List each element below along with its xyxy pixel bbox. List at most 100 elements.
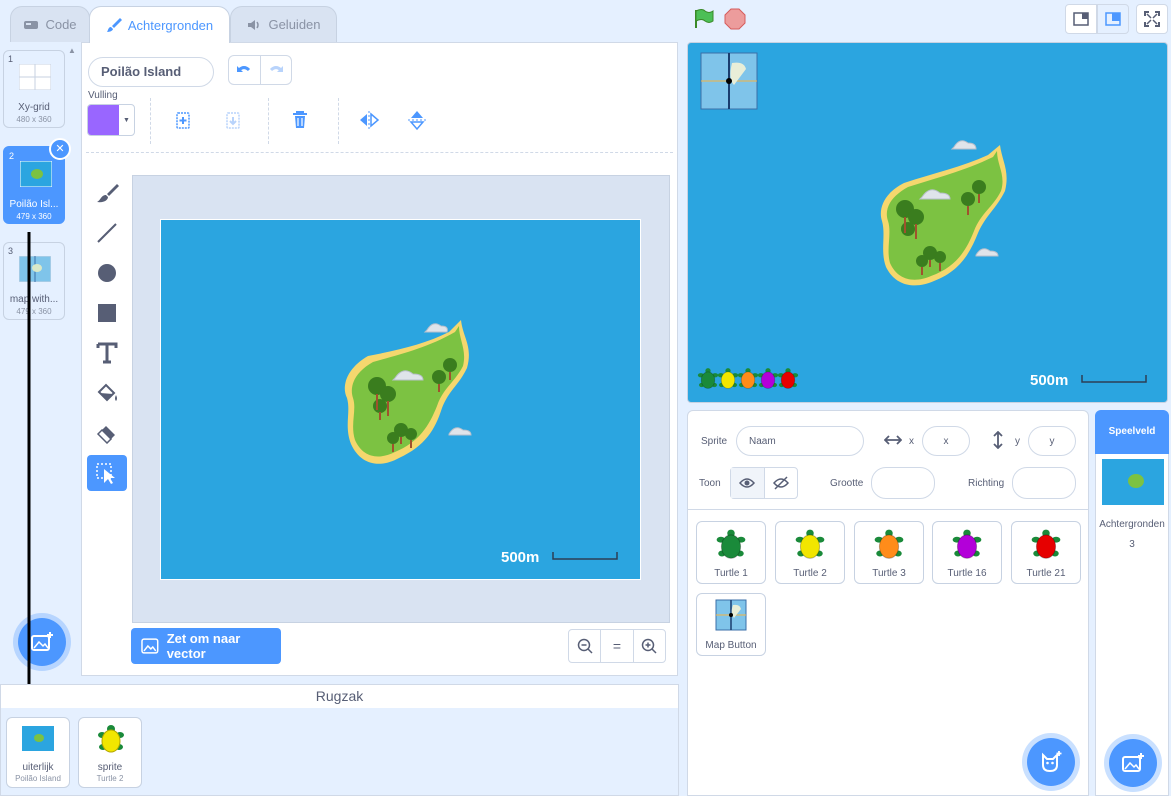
sprite-name: Turtle 2 (793, 568, 827, 579)
brush-tool[interactable] (87, 175, 127, 211)
green-flag-button[interactable] (692, 8, 716, 30)
backdrops-label: Achtergronden (1099, 519, 1165, 530)
backpack-item-name: Turtle 2 (96, 774, 124, 783)
small-stage-icon (1073, 12, 1089, 26)
stage[interactable]: 500m (687, 42, 1168, 403)
convert-to-vector-button[interactable]: Zet om naar vector (131, 628, 281, 664)
tab-backdrops[interactable]: Achtergronden (89, 6, 230, 43)
stage-turtle (697, 368, 719, 389)
paste-icon (226, 112, 240, 129)
add-sprite-button[interactable] (1027, 738, 1075, 786)
line-tool[interactable] (87, 215, 127, 251)
sprite-item[interactable]: Turtle 16 (932, 521, 1002, 584)
sprite-name: Turtle 1 (714, 568, 748, 579)
flip-vertical-button[interactable] (400, 104, 434, 136)
paste-button[interactable] (216, 104, 250, 136)
paint-canvas[interactable]: 500m (160, 219, 641, 580)
x-input[interactable]: x (922, 426, 970, 456)
green-flag-icon (695, 9, 714, 28)
eraser-tool[interactable] (87, 415, 127, 451)
rectangle-icon (98, 304, 116, 322)
costume-item-1[interactable]: 1 Xy-grid 480 x 360 (3, 50, 65, 128)
fill-color-swatch (88, 105, 119, 135)
backpack-item-sprite[interactable]: sprite Turtle 2 (78, 717, 142, 788)
sprite-item[interactable]: Turtle 21 (1011, 521, 1081, 584)
zoom-controls: = (568, 629, 666, 663)
costume-list: 1 Xy-grid 480 x 360 2 Poilão Isl... 479 … (0, 42, 82, 676)
y-input[interactable]: y (1028, 426, 1076, 456)
flip-horizontal-button[interactable] (352, 104, 386, 136)
stop-button[interactable] (724, 8, 746, 30)
circle-tool[interactable] (87, 255, 127, 291)
costume-number: 1 (8, 54, 14, 64)
canvas-area[interactable]: 500m (132, 175, 670, 623)
scroll-up-arrow[interactable]: ▲ (68, 46, 76, 55)
x-label: x (909, 436, 914, 447)
cat-icon (1042, 751, 1062, 773)
delete-button[interactable] (283, 104, 317, 136)
map-button-sprite (700, 52, 758, 110)
size-input[interactable] (871, 467, 935, 499)
zoom-in-button[interactable] (632, 630, 665, 662)
costume-item-2[interactable]: 2 Poilão Isl... 479 x 360 ✕ (3, 138, 71, 224)
backpack-item-costume[interactable]: uiterlijk Poilão Island (6, 717, 70, 788)
copy-button[interactable] (166, 104, 200, 136)
costume-name-input[interactable]: Poilão Island (88, 57, 214, 87)
backpack-item-type: sprite (97, 762, 123, 773)
stage-turtles (697, 368, 799, 389)
toolbar-divider (86, 152, 673, 153)
sprite-name: Turtle 3 (872, 568, 906, 579)
rectangle-tool[interactable] (87, 295, 127, 331)
costume-name: Xy-grid (18, 102, 50, 113)
normal-stage-icon (1105, 12, 1121, 26)
small-stage-button[interactable] (1065, 4, 1097, 34)
tab-sounds[interactable]: Geluiden (230, 6, 337, 42)
brush-icon (97, 184, 119, 203)
costume-list-scrollbar[interactable]: ▲ (68, 46, 76, 654)
paint-bucket-icon (97, 383, 117, 402)
drag-arrow (18, 232, 40, 715)
tab-code-label: Code (45, 17, 77, 32)
green-turtle-icon (716, 529, 746, 559)
purple-turtle-icon (952, 529, 982, 559)
sprite-name: Turtle 16 (947, 568, 987, 579)
normal-stage-button[interactable] (1097, 4, 1129, 34)
brush-icon (106, 18, 122, 32)
sprite-item[interactable]: Turtle 3 (854, 521, 924, 584)
sprite-name-input[interactable]: Naam (736, 426, 864, 456)
hide-button[interactable] (763, 468, 797, 498)
zoom-reset-button[interactable]: = (600, 630, 632, 662)
backpack-item-name: Poilão Island (15, 774, 61, 783)
y-label: y (1015, 436, 1020, 447)
fill-tool[interactable] (87, 375, 127, 411)
costume-number: 3 (8, 246, 14, 256)
show-button[interactable] (731, 468, 764, 498)
zoom-out-button[interactable] (569, 630, 600, 662)
island-thumbnail (22, 726, 54, 751)
stage-thumbnail (1102, 459, 1164, 505)
paint-editor: Poilão Island Vulling ▼ 500m Zet om naar… (82, 42, 678, 676)
select-tool[interactable] (87, 455, 127, 491)
sprite-item[interactable]: Turtle 1 (696, 521, 766, 584)
yellow-turtle-icon (795, 529, 825, 559)
fill-color-picker[interactable]: ▼ (87, 104, 135, 136)
fullscreen-button[interactable] (1136, 4, 1168, 34)
stage-panel-title: Speelveld (1095, 410, 1169, 454)
direction-label: Richting (968, 478, 1005, 489)
sprite-list: Turtle 1 Turtle 2 Turtle 3 Turtle 16 Tur (687, 510, 1089, 796)
red-turtle-icon (1031, 529, 1061, 559)
sprite-info-panel: Sprite Naam x x y y Toon Grootte Richtin… (687, 410, 1089, 510)
choose-backdrop-button[interactable] (1109, 739, 1157, 787)
backpack-item-type: uiterlijk (22, 762, 54, 773)
direction-input[interactable] (1012, 467, 1076, 499)
undo-button[interactable] (229, 56, 260, 84)
text-tool[interactable] (87, 335, 127, 371)
redo-button[interactable] (259, 56, 291, 84)
sprite-item[interactable]: Map Button (696, 593, 766, 656)
undo-icon (237, 66, 251, 72)
tab-code[interactable]: Code (10, 6, 90, 42)
stage-panel[interactable]: Speelveld Achtergronden 3 (1095, 410, 1169, 796)
sprite-item[interactable]: Turtle 2 (775, 521, 845, 584)
stage-turtle (777, 368, 799, 389)
backpack-header[interactable]: Rugzak (0, 684, 679, 709)
